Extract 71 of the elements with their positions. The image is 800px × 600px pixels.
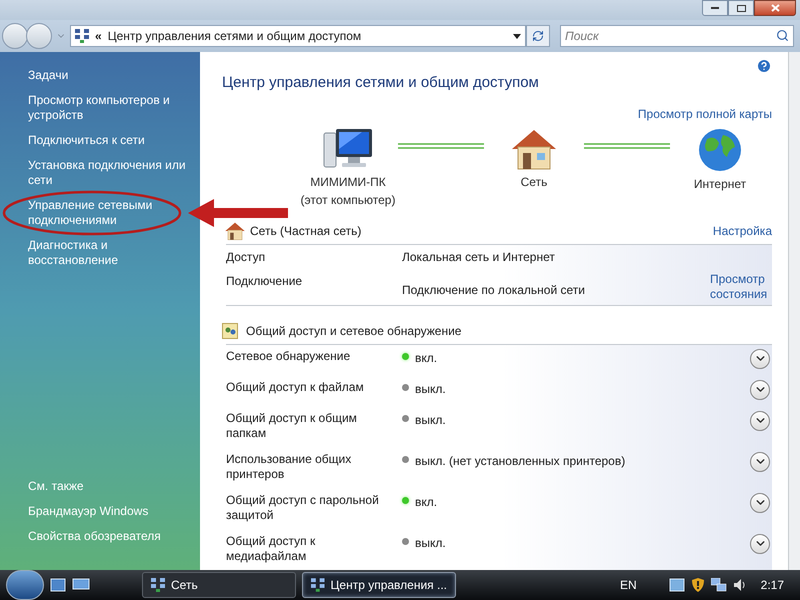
sharing-status: вкл. bbox=[415, 350, 438, 366]
expand-button[interactable] bbox=[750, 534, 770, 554]
sidebar-link[interactable]: Просмотр компьютеров и устройств bbox=[28, 93, 190, 123]
search-field[interactable]: Поиск bbox=[560, 25, 794, 47]
close-button[interactable] bbox=[754, 0, 796, 16]
tray-network-icon[interactable] bbox=[668, 578, 685, 592]
expand-button[interactable] bbox=[750, 492, 770, 512]
section-title: Общий доступ и сетевое обнаружение bbox=[246, 322, 462, 340]
detail-value: Подключение по локальной сети bbox=[402, 282, 586, 298]
sidebar-link[interactable]: Диагностика и восстановление bbox=[28, 238, 190, 268]
minimize-button[interactable] bbox=[702, 0, 728, 16]
sharing-label: Общий доступ к файлам bbox=[226, 380, 365, 394]
expand-button[interactable] bbox=[750, 410, 770, 430]
sharing-label: Сетевое обнаружение bbox=[226, 348, 352, 364]
sidebar-link[interactable]: Подключиться к сети bbox=[28, 133, 190, 148]
refresh-button[interactable] bbox=[526, 25, 550, 47]
computer-icon bbox=[322, 126, 374, 170]
node-label[interactable]: Сеть bbox=[520, 172, 548, 190]
expand-button[interactable] bbox=[750, 380, 770, 400]
house-icon bbox=[224, 220, 246, 240]
sharing-label: Общий доступ к общим папкам bbox=[226, 410, 358, 440]
clock[interactable]: 2:17 bbox=[760, 576, 784, 594]
sharing-status: выкл. bbox=[415, 412, 447, 428]
search-icon[interactable] bbox=[776, 29, 789, 42]
sidebar-heading: См. также bbox=[28, 479, 85, 494]
network-icon bbox=[151, 578, 165, 592]
expand-button[interactable] bbox=[750, 348, 770, 368]
network-center-icon bbox=[75, 29, 89, 43]
detail-label: Доступ bbox=[226, 248, 266, 266]
maximize-button[interactable] bbox=[728, 0, 754, 16]
node-sublabel: (этот компьютер) bbox=[300, 192, 396, 208]
address-path[interactable]: Центр управления сетями и общим доступом bbox=[108, 27, 507, 45]
taskbar-button[interactable]: Сеть bbox=[142, 572, 296, 598]
sidebar-link[interactable]: Установка подключения или сети bbox=[28, 158, 190, 188]
sharing-label: Общий доступ к медиафайлам bbox=[226, 534, 316, 564]
speaker-icon[interactable] bbox=[732, 578, 747, 592]
sharing-status: выкл. bbox=[415, 380, 447, 398]
show-desktop-icon[interactable] bbox=[50, 578, 66, 592]
help-icon[interactable] bbox=[756, 58, 772, 74]
node-label[interactable]: МИМИМИ-ПК bbox=[310, 172, 386, 190]
sharing-status: вкл. bbox=[415, 494, 438, 510]
address-field[interactable]: « Центр управления сетями и общим доступом bbox=[70, 25, 526, 47]
customize-link[interactable]: Настройка bbox=[712, 222, 772, 240]
view-status-link[interactable]: Просмотр состояния bbox=[710, 272, 772, 302]
node-label[interactable]: Интернет bbox=[694, 174, 746, 192]
globe-icon bbox=[697, 126, 743, 172]
page-title: Центр управления сетями и общим доступом bbox=[222, 73, 540, 93]
window-switch-icon[interactable] bbox=[72, 578, 90, 592]
sharing-label: Использование общих принтеров bbox=[226, 452, 352, 482]
sharing-status: выкл. (нет установленных принтеров) bbox=[415, 452, 626, 470]
detail-value: Локальная сеть и Интернет bbox=[402, 248, 556, 266]
start-button[interactable] bbox=[6, 570, 44, 600]
dropdown-arrow-icon[interactable] bbox=[513, 34, 521, 38]
language-indicator[interactable]: EN bbox=[620, 576, 637, 594]
expand-button[interactable] bbox=[750, 452, 770, 472]
section-title: Сеть (Частная сеть) bbox=[250, 222, 362, 240]
detail-label: Подключение bbox=[226, 272, 304, 290]
sharing-label: Общий доступ с парольной защитой bbox=[226, 492, 380, 522]
sharing-status: выкл. bbox=[415, 534, 447, 552]
sidebar-link[interactable]: Управление сетевыми подключениями bbox=[28, 198, 190, 228]
full-map-link[interactable]: Просмотр полной карты bbox=[638, 104, 772, 122]
sidebar-heading: Задачи bbox=[28, 68, 70, 83]
scrollbar[interactable] bbox=[788, 52, 800, 570]
sharing-icon bbox=[222, 322, 238, 338]
close-icon bbox=[770, 4, 780, 12]
network-icon bbox=[311, 578, 325, 592]
breadcrumb-chevron[interactable]: « bbox=[95, 27, 102, 45]
shield-icon[interactable] bbox=[690, 578, 705, 592]
taskbar-button[interactable]: Центр управления ... bbox=[302, 572, 456, 598]
tray-computers-icon[interactable] bbox=[710, 578, 727, 592]
refresh-icon bbox=[532, 30, 544, 42]
